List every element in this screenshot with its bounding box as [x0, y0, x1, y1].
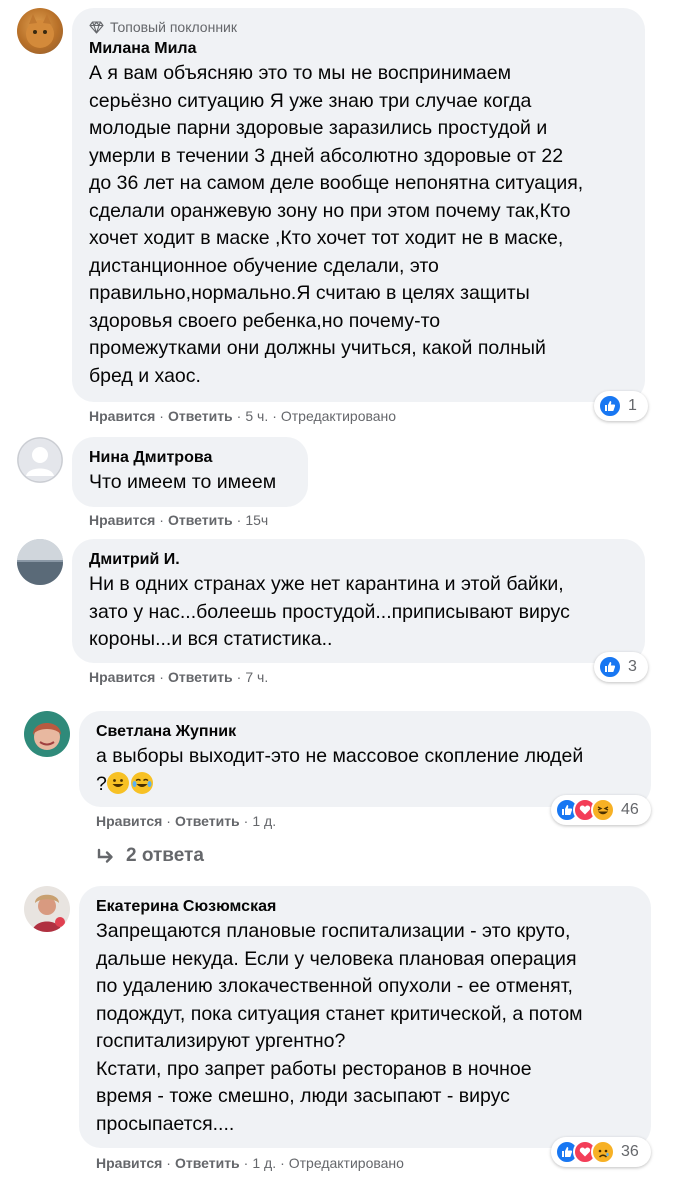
comment-actions: Нравится · Ответить · 15ч [89, 512, 268, 528]
separator-dot: · [236, 512, 242, 528]
reply-arrow-icon [97, 848, 113, 863]
timestamp[interactable]: 15ч [245, 512, 268, 528]
like-button[interactable]: Нравится [89, 408, 155, 424]
badge-label: Топовый поклонник [110, 19, 237, 35]
comment-author[interactable]: Нина Дмитрова [89, 447, 292, 469]
view-replies-link[interactable]: 2 ответа [96, 845, 204, 867]
reactions-summary[interactable]: 36 [551, 1137, 651, 1167]
comment-bubble: Светлана Жупник а выборы выходит-это не … [79, 711, 651, 807]
top-fan-badge: Топовый поклонник [89, 18, 629, 36]
comment-author[interactable]: Милана Мила [89, 38, 629, 60]
comment-actions: Нравится · Ответить · 1 д. [96, 813, 276, 829]
timestamp[interactable]: 7 ч. [245, 669, 268, 685]
sad-reaction-icon [591, 1140, 615, 1164]
avatar[interactable] [24, 711, 70, 757]
separator-dot: · [166, 1155, 171, 1171]
timestamp[interactable]: 1 д. [252, 1155, 276, 1171]
reply-button[interactable]: Ответить [168, 512, 233, 528]
grinning-emoji-icon [106, 771, 129, 794]
haha-reaction-icon [591, 798, 615, 822]
comment-author[interactable]: Екатерина Сюзюмская [96, 896, 635, 918]
like-button[interactable]: Нравится [89, 669, 155, 685]
comment-author[interactable]: Дмитрий И. [89, 549, 629, 571]
separator-dot: · [159, 408, 164, 424]
comment-bubble: Екатерина Сюзюмская Запрещаются плановые… [79, 886, 651, 1148]
comment-author[interactable]: Светлана Жупник [96, 721, 635, 743]
woman-photo-icon [24, 711, 70, 757]
replies-count-label[interactable]: 2 ответа [126, 845, 204, 867]
reply-button[interactable]: Ответить [175, 813, 240, 829]
separator-dot: · [280, 1155, 285, 1171]
comment-text: Что имеем то имеем [89, 471, 277, 493]
separator-dot: · [243, 1155, 249, 1171]
separator-dot: · [236, 408, 242, 424]
comment-text: Ни в одних странах уже нет карантина и э… [89, 573, 570, 650]
separator-dot: · [159, 512, 164, 528]
reaction-count: 46 [621, 801, 639, 818]
comment-actions: Нравится · Ответить · 7 ч. [89, 669, 268, 685]
cat-photo-icon [26, 14, 54, 48]
avatar[interactable] [17, 539, 63, 585]
comment-bubble: Нина Дмитрова Что имеем то имеем [72, 437, 308, 507]
separator-dot: · [236, 669, 242, 685]
comment-bubble: Топовый поклонник Милана Мила А я вам об… [72, 8, 645, 402]
comment-text: а выборы выходит-это не массовое скоплен… [96, 743, 635, 798]
comment-text-body: а выборы выходит-это не массовое скоплен… [96, 745, 584, 795]
comment-bubble: Дмитрий И. Ни в одних странах уже нет ка… [72, 539, 645, 663]
avatar[interactable] [17, 8, 63, 54]
reaction-count: 36 [621, 1143, 639, 1160]
separator-dot: · [166, 813, 171, 829]
timestamp[interactable]: 1 д. [252, 813, 276, 829]
like-button[interactable]: Нравится [96, 813, 162, 829]
reactions-summary[interactable]: 46 [551, 795, 651, 825]
comment-actions: Нравится · Ответить · 5 ч. · Отредактиро… [89, 408, 396, 424]
timestamp[interactable]: 5 ч. [245, 408, 268, 424]
reaction-count: 3 [628, 658, 637, 675]
comment-text: Запрещаются плановые госпитализации - эт… [96, 920, 583, 1135]
separator-dot: · [159, 669, 164, 685]
reactions-summary[interactable]: 3 [594, 652, 648, 682]
comment-text: А я вам объясняю это то мы не воспринима… [89, 62, 584, 387]
like-reaction-icon [598, 394, 622, 418]
avatar[interactable] [24, 886, 70, 932]
reactions-summary[interactable]: 1 [594, 391, 648, 421]
comment-actions: Нравится · Ответить · 1 д. · Отредактиро… [96, 1155, 404, 1171]
tears-of-joy-emoji-icon [130, 771, 153, 794]
like-button[interactable]: Нравится [96, 1155, 162, 1171]
like-reaction-icon [598, 655, 622, 679]
comments-feed: Топовый поклонник Милана Мила А я вам об… [0, 0, 693, 1200]
like-button[interactable]: Нравится [89, 512, 155, 528]
diamond-icon [89, 20, 104, 34]
reply-button[interactable]: Ответить [168, 408, 233, 424]
seascape-photo-icon [17, 539, 63, 585]
separator-dot: · [272, 408, 277, 424]
separator-dot: · [243, 813, 249, 829]
reply-button[interactable]: Ответить [168, 669, 233, 685]
default-user-icon [17, 437, 63, 483]
edited-label: Отредактировано [280, 408, 397, 424]
edited-label: Отредактировано [288, 1155, 404, 1171]
woman-photo-icon [24, 886, 70, 932]
reaction-count: 1 [628, 397, 637, 414]
avatar[interactable] [17, 437, 63, 483]
reply-button[interactable]: Ответить [175, 1155, 240, 1171]
